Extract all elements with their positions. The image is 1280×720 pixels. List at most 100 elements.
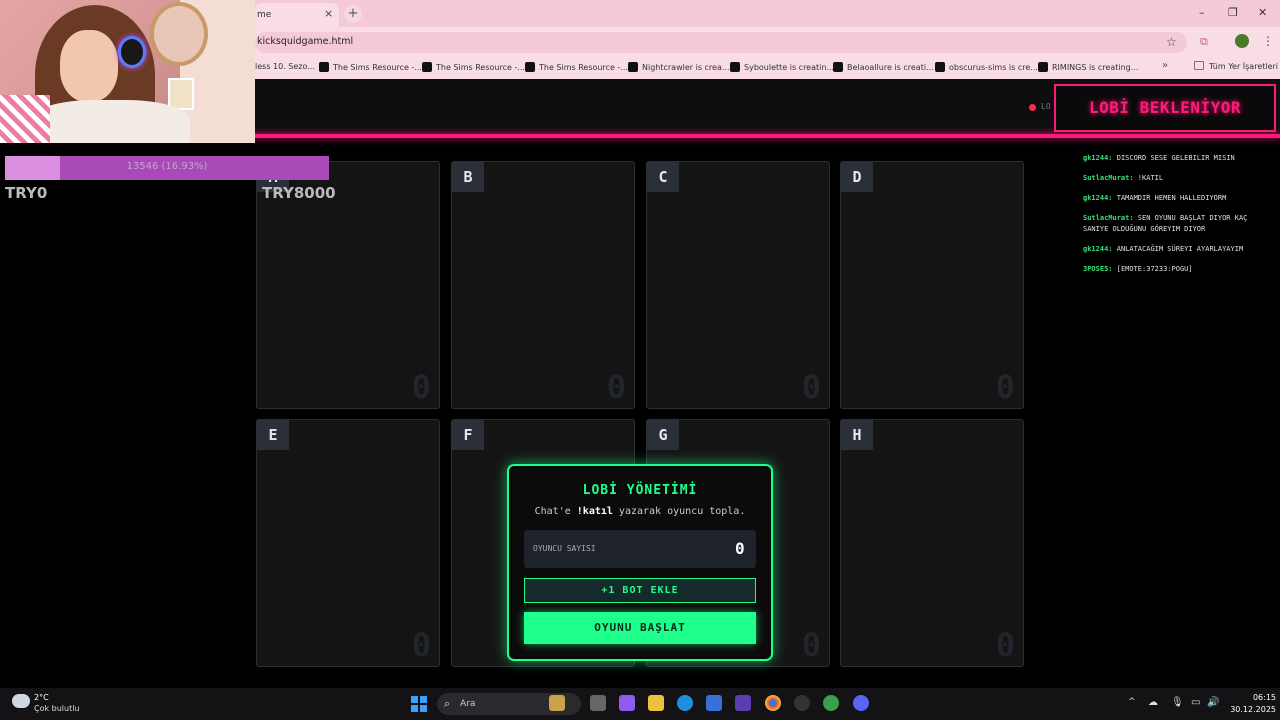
weather-temperature: 2°C [34, 693, 49, 702]
discord-icon[interactable] [853, 695, 869, 711]
new-tab-button[interactable]: + [344, 5, 362, 23]
browser-menu-icon[interactable]: ⋮ [1262, 34, 1274, 48]
network-icon[interactable]: ▭ [1191, 697, 1200, 708]
cell-letter: D [841, 162, 873, 192]
bookmark-item[interactable]: Syboulette is creatin... [730, 62, 834, 72]
bookmark-item[interactable]: RIMINGS is creating... [1038, 62, 1138, 72]
chat-message: gk1244: TAMAMDIR HEMEN HALLEDIYORM [1083, 193, 1273, 204]
chat-username: SutlacMurat: [1083, 174, 1134, 182]
cloud-sync-icon[interactable]: ☁ [1148, 697, 1158, 708]
goal-max-label: TRY8000 [262, 184, 336, 202]
bookmark-item[interactable]: The Sims Resource -... [319, 62, 422, 72]
modal-title: LOBİ YÖNETİMİ [582, 483, 698, 498]
bookmark-icon [319, 62, 329, 72]
player-count-label: OYUNCU SAYISI [533, 544, 596, 553]
profile-avatar[interactable] [1235, 34, 1249, 48]
chat-text: DISCORD SESE GELEBILIR MISIN [1116, 154, 1235, 162]
clock-date[interactable]: 30.12.2025 [1226, 705, 1276, 714]
bookmark-icon [525, 62, 535, 72]
edge-icon[interactable] [677, 695, 693, 711]
live-indicator-icon [1029, 104, 1036, 111]
store-icon[interactable] [706, 695, 722, 711]
bookmark-item[interactable]: The Sims Resource -... [422, 62, 525, 72]
app-icon[interactable] [823, 695, 839, 711]
cell-h: H0 [840, 419, 1024, 667]
chat-text: TAMAMDIR HEMEN HALLEDIYORM [1116, 194, 1227, 202]
maximize-button[interactable]: ❐ [1228, 6, 1238, 19]
chat-username: 3POSE5: [1083, 265, 1113, 273]
cell-count: 0 [995, 368, 1015, 406]
file-explorer-icon[interactable] [648, 695, 664, 711]
bookmark-icon [833, 62, 843, 72]
cell-count: 0 [801, 368, 821, 406]
chat-message: SutlacMurat: !KATIL [1083, 173, 1273, 184]
bookmark-star-icon[interactable]: ☆ [1166, 35, 1177, 49]
bookmark-item[interactable]: less 10. Sezo... [255, 62, 315, 71]
windows-start-icon[interactable] [411, 696, 427, 712]
chat-text: ANLATACAĞIM SÜREYI AYARLAYAYIM [1116, 245, 1244, 253]
volume-icon[interactable]: 🔊 [1207, 697, 1219, 708]
folder-icon [1194, 61, 1204, 70]
chat-username: gk1244: [1083, 194, 1113, 202]
chat-text: [EMOTE:37233:POGU] [1116, 265, 1193, 273]
lobby-status-badge: LOBİ BEKLENİYOR [1054, 84, 1276, 132]
chat-message: gk1244: DISCORD SESE GELEBILIR MISIN [1083, 153, 1273, 164]
goal-min-label: TRY0 [5, 184, 48, 202]
cell-letter: C [647, 162, 679, 192]
bookmark-item[interactable]: obscurus-sims is cre... [935, 62, 1038, 72]
bookmark-icon [935, 62, 945, 72]
add-bot-button[interactable]: +1 BOT EKLE [524, 578, 756, 603]
close-window-button[interactable]: ✕ [1258, 6, 1267, 19]
cell-e: E0 [256, 419, 440, 667]
cloud-icon[interactable] [12, 694, 30, 708]
chat-username: SutlacMurat: [1083, 214, 1134, 222]
cell-letter: G [647, 420, 679, 450]
chat-message: 3POSE5: [EMOTE:37233:POGU] [1083, 264, 1273, 275]
webcam-feed [0, 0, 255, 143]
app-icon[interactable] [794, 695, 810, 711]
task-view-icon[interactable] [590, 695, 606, 711]
cell-count: 0 [411, 368, 431, 406]
all-bookmarks-link[interactable]: Tüm Yer İşaretleri [1209, 62, 1278, 71]
chat-username: gk1244: [1083, 154, 1113, 162]
weather-description: Çok bulutlu [34, 704, 80, 713]
cell-count: 0 [411, 626, 431, 664]
minimize-button[interactable]: – [1199, 6, 1205, 19]
cell-letter: F [452, 420, 484, 450]
extensions-icon[interactable]: ⧉ [1200, 35, 1208, 49]
start-game-button[interactable]: OYUNU BAŞLAT [524, 612, 756, 644]
chat-message: SutlacMurat: SEN OYUNU BAŞLAT DIYOR KAÇ … [1083, 213, 1273, 235]
cell-count: 0 [995, 626, 1015, 664]
microphone-icon[interactable]: 🎙 [1171, 697, 1184, 708]
tab-title: me [257, 10, 272, 20]
tray-overflow-icon[interactable]: ^ [1128, 697, 1136, 707]
copilot-icon[interactable] [619, 695, 635, 711]
url-text: kicksquidgame.html [257, 36, 354, 47]
bookmark-item[interactable]: The Sims Resource -... [525, 62, 628, 72]
cell-count: 0 [606, 368, 626, 406]
bookmark-item[interactable]: Nightcrawler is crea... [628, 62, 730, 72]
clock-time[interactable]: 06:15 [1236, 693, 1276, 702]
cell-c: C0 [646, 161, 830, 409]
chat-message: gk1244: ANLATACAĞIM SÜREYI AYARLAYAYIM [1083, 244, 1273, 255]
cell-b: B0 [451, 161, 635, 409]
search-placeholder: Ara [460, 699, 476, 709]
bookmarks-more-icon[interactable]: » [1162, 60, 1168, 71]
search-icon: ⌕ [444, 697, 451, 710]
bookmark-item[interactable]: Belaoallure is creati... [833, 62, 934, 72]
bookmark-icon [628, 62, 638, 72]
join-command: !katıl [576, 506, 613, 517]
taskbar [0, 688, 1280, 720]
bookmark-icon [730, 62, 740, 72]
app-icon[interactable] [735, 695, 751, 711]
address-bar[interactable]: kicksquidgame.html [255, 32, 1187, 53]
cell-letter: B [452, 162, 484, 192]
cell-count: 0 [801, 626, 821, 664]
bookmark-icon [422, 62, 432, 72]
cell-letter: H [841, 420, 873, 450]
bookmark-icon [1038, 62, 1048, 72]
chrome-icon[interactable] [765, 695, 781, 711]
chat-username: gk1244: [1083, 245, 1113, 253]
tab-close-icon[interactable]: × [324, 7, 333, 20]
widgets-icon[interactable] [549, 695, 565, 711]
